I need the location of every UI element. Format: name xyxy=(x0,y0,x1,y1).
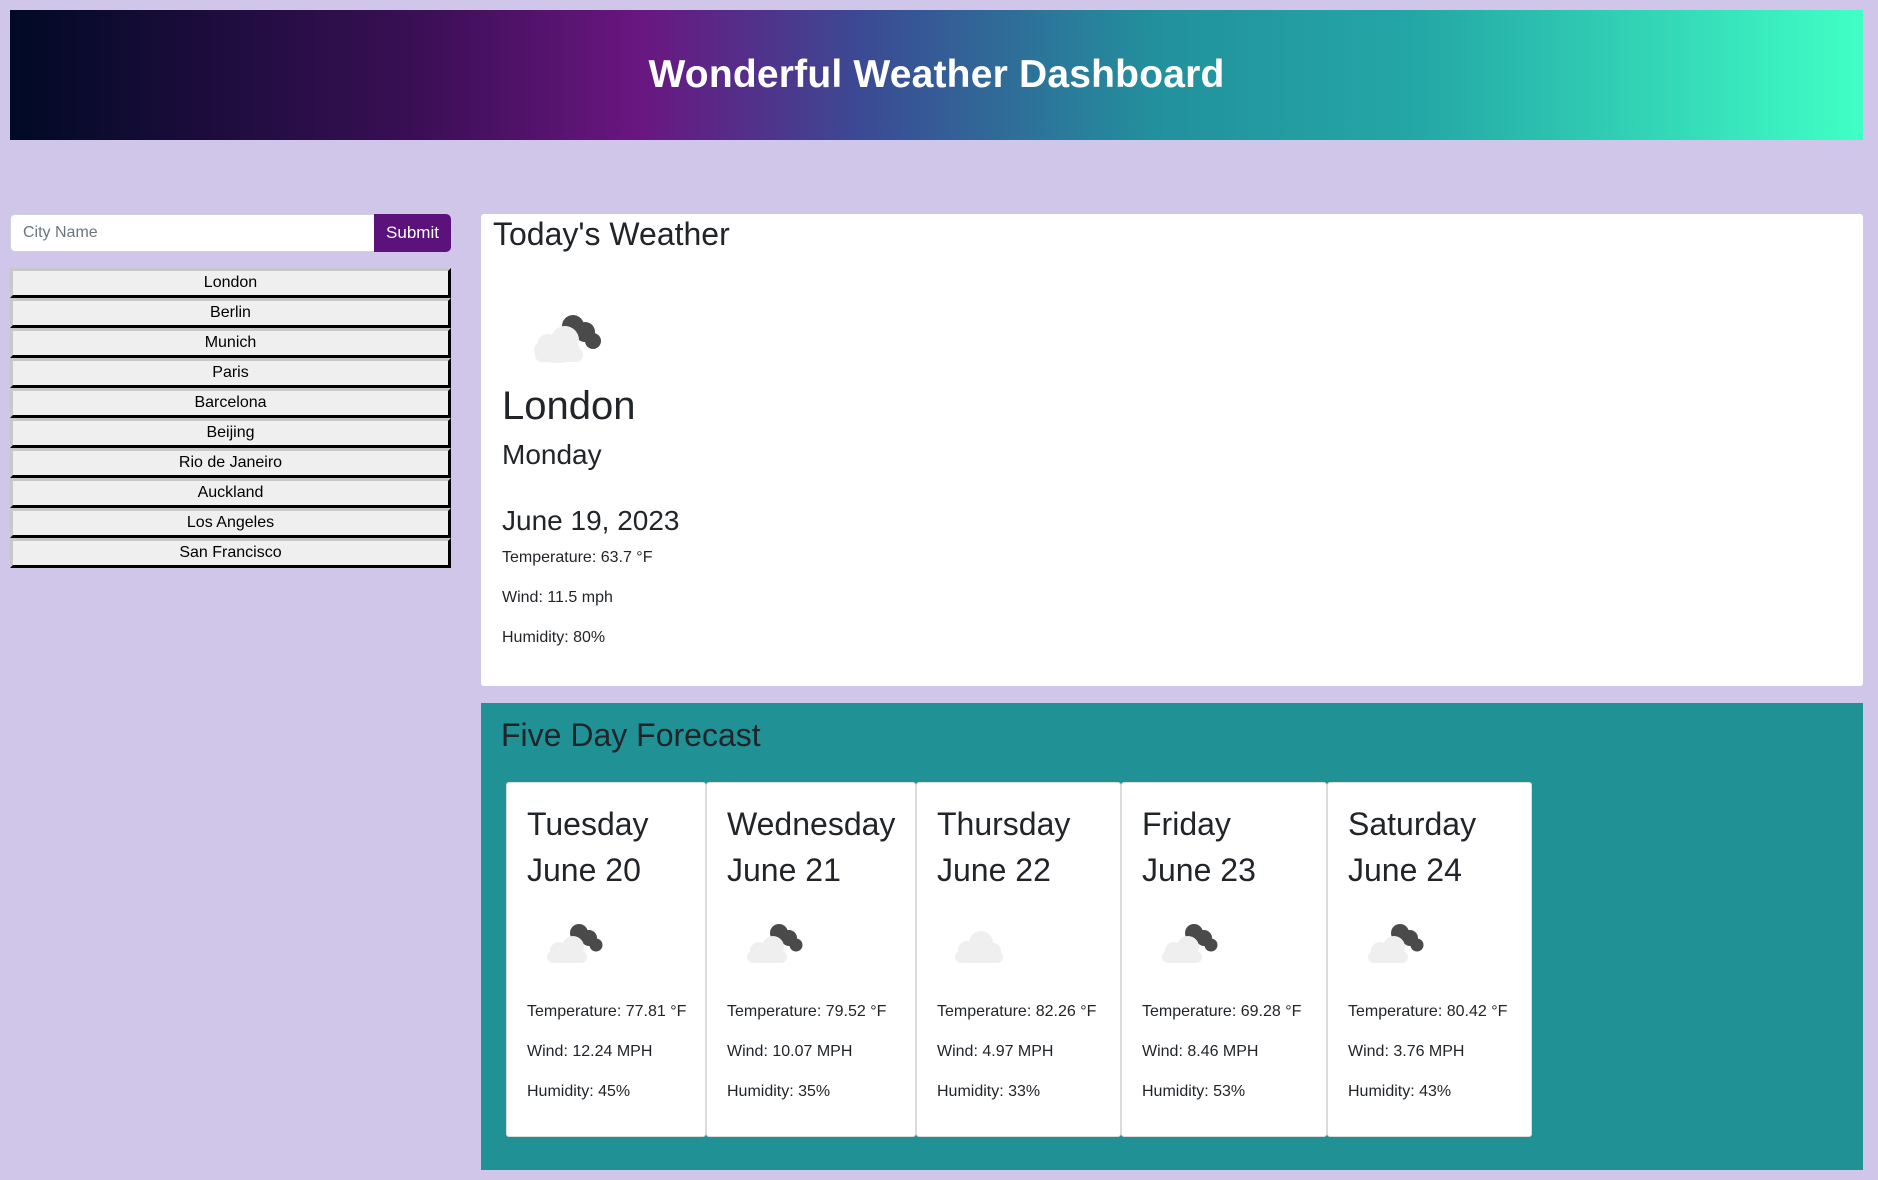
history-city-button[interactable]: Barcelona xyxy=(10,388,451,418)
forecast-temperature: Temperature: 82.26 °F xyxy=(937,1003,1097,1020)
search-history-list: London Berlin Munich Paris Barcelona Bei… xyxy=(10,268,451,568)
forecast-date: June 21 xyxy=(727,852,841,888)
forecast-humidity: Humidity: 35% xyxy=(727,1083,831,1100)
forecast-weekday: Friday xyxy=(1142,806,1231,842)
todays-weather-heading: Today's Weather xyxy=(493,216,730,252)
forecast-card: Wednesday June 21 Temperature: 79.52 °F … xyxy=(706,782,916,1137)
five-day-forecast: Five Day Forecast Tuesday June 20 Temper… xyxy=(481,703,1863,1170)
forecast-cards: Tuesday June 20 Temperature: 77.81 °F Wi… xyxy=(506,782,1532,1137)
forecast-wind: Wind: 4.97 MPH xyxy=(937,1043,1054,1060)
forecast-weekday: Saturday xyxy=(1348,806,1477,842)
forecast-wind: Wind: 8.46 MPH xyxy=(1142,1043,1259,1060)
submit-button[interactable]: Submit xyxy=(374,214,451,252)
forecast-weekday: Wednesday xyxy=(727,806,896,842)
cloudy-night-icon xyxy=(547,924,603,963)
current-wind: Wind: 11.5 mph xyxy=(502,589,613,606)
forecast-date: June 22 xyxy=(937,852,1051,888)
current-weekday: Monday xyxy=(502,439,602,470)
forecast-date: June 20 xyxy=(527,852,641,888)
cloud-icon xyxy=(955,931,1003,963)
forecast-humidity: Humidity: 45% xyxy=(527,1083,631,1100)
forecast-card: Thursday June 22 Temperature: 82.26 °F W… xyxy=(916,782,1121,1137)
cloudy-night-icon xyxy=(747,924,803,963)
forecast-weekday: Thursday xyxy=(937,806,1071,842)
history-city-button[interactable]: Paris xyxy=(10,358,451,388)
current-humidity: Humidity: 80% xyxy=(502,629,606,646)
cloudy-night-icon xyxy=(1162,924,1218,963)
todays-weather-card: Today's Weather London Monday June 19, 2… xyxy=(481,214,1863,686)
search-form: Submit xyxy=(10,214,451,252)
forecast-weekday: Tuesday xyxy=(527,806,649,842)
current-date: June 19, 2023 xyxy=(502,505,680,536)
current-city-name: London xyxy=(502,384,636,428)
forecast-humidity: Humidity: 33% xyxy=(937,1083,1041,1100)
history-city-button[interactable]: Los Angeles xyxy=(10,508,451,538)
forecast-temperature: Temperature: 69.28 °F xyxy=(1142,1003,1302,1020)
cloudy-night-icon xyxy=(1368,924,1424,963)
history-city-button[interactable]: Rio de Janeiro xyxy=(10,448,451,478)
forecast-temperature: Temperature: 80.42 °F xyxy=(1348,1003,1508,1020)
history-city-button[interactable]: Berlin xyxy=(10,298,451,328)
forecast-heading: Five Day Forecast xyxy=(501,717,761,753)
history-city-button[interactable]: Beijing xyxy=(10,418,451,448)
forecast-wind: Wind: 3.76 MPH xyxy=(1348,1043,1465,1060)
city-search-input[interactable] xyxy=(10,214,374,252)
forecast-card: Saturday June 24 Temperature: 80.42 °F W… xyxy=(1327,782,1532,1137)
current-temperature: Temperature: 63.7 °F xyxy=(502,549,653,566)
forecast-humidity: Humidity: 43% xyxy=(1348,1083,1452,1100)
history-city-button[interactable]: San Francisco xyxy=(10,538,451,568)
forecast-date: June 23 xyxy=(1142,852,1256,888)
history-city-button[interactable]: Auckland xyxy=(10,478,451,508)
forecast-temperature: Temperature: 79.52 °F xyxy=(727,1003,887,1020)
page-title: Wonderful Weather Dashboard xyxy=(648,53,1225,96)
history-city-button[interactable]: Munich xyxy=(10,328,451,358)
forecast-card: Tuesday June 20 Temperature: 77.81 °F Wi… xyxy=(506,782,706,1137)
forecast-date: June 24 xyxy=(1348,852,1462,888)
history-city-button[interactable]: London xyxy=(10,268,451,298)
forecast-wind: Wind: 12.24 MPH xyxy=(527,1043,653,1060)
forecast-card: Friday June 23 Temperature: 69.28 °F Win… xyxy=(1121,782,1327,1137)
forecast-humidity: Humidity: 53% xyxy=(1142,1083,1246,1100)
forecast-wind: Wind: 10.07 MPH xyxy=(727,1043,853,1060)
forecast-temperature: Temperature: 77.81 °F xyxy=(527,1003,687,1020)
page-header: Wonderful Weather Dashboard xyxy=(10,10,1863,140)
cloudy-night-icon xyxy=(534,315,601,363)
